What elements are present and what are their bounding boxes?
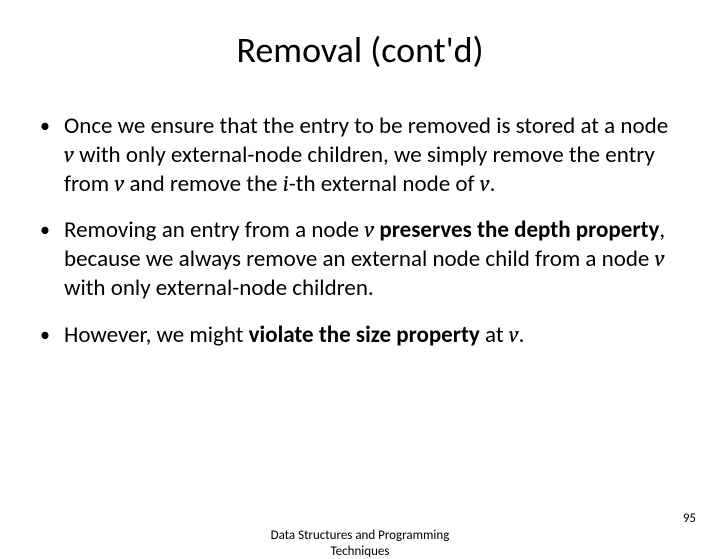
footer-line-1: Data Structures and Programming xyxy=(0,528,720,544)
bullet-text: However, we might violate the size prope… xyxy=(64,321,680,350)
var-v: v xyxy=(364,216,374,243)
var-v: v xyxy=(114,170,124,197)
text-span: -th external node of xyxy=(289,170,480,198)
bullet-text: Once we ensure that the entry to be remo… xyxy=(64,112,680,198)
text-span: However, we might xyxy=(64,321,249,349)
bullet-3: • However, we might violate the size pro… xyxy=(40,321,680,350)
slide-title: Removal (cont'd) xyxy=(40,28,680,72)
text-span: Removing an entry from a node xyxy=(64,216,364,244)
text-bold: violate the size property xyxy=(249,321,480,349)
bullet-dot: • xyxy=(40,112,64,198)
bullet-dot: • xyxy=(40,321,64,350)
bullet-dot: • xyxy=(40,216,64,302)
var-v: v xyxy=(480,170,490,197)
var-v: v xyxy=(655,245,665,272)
bullet-1: • Once we ensure that the entry to be re… xyxy=(40,112,680,198)
text-span: at xyxy=(480,321,509,349)
var-v: v xyxy=(64,141,74,168)
text-span: with only external-node children. xyxy=(64,274,374,302)
text-bold: preserves the depth property xyxy=(374,216,659,244)
footer-center: Data Structures and Programming Techniqu… xyxy=(0,528,720,559)
var-v: v xyxy=(509,321,519,348)
text-span: and remove the xyxy=(124,170,282,198)
text-span: . xyxy=(519,321,525,349)
footer-line-2: Techniques xyxy=(0,544,720,559)
bullet-2: • Removing an entry from a node v preser… xyxy=(40,216,680,302)
slide: Removal (cont'd) • Once we ensure that t… xyxy=(0,0,720,540)
text-span: Once we ensure that the entry to be remo… xyxy=(64,112,668,140)
page-number: 95 xyxy=(683,511,696,526)
bullet-text: Removing an entry from a node v preserve… xyxy=(64,216,680,302)
slide-body: • Once we ensure that the entry to be re… xyxy=(40,112,680,349)
text-span: . xyxy=(490,170,496,198)
